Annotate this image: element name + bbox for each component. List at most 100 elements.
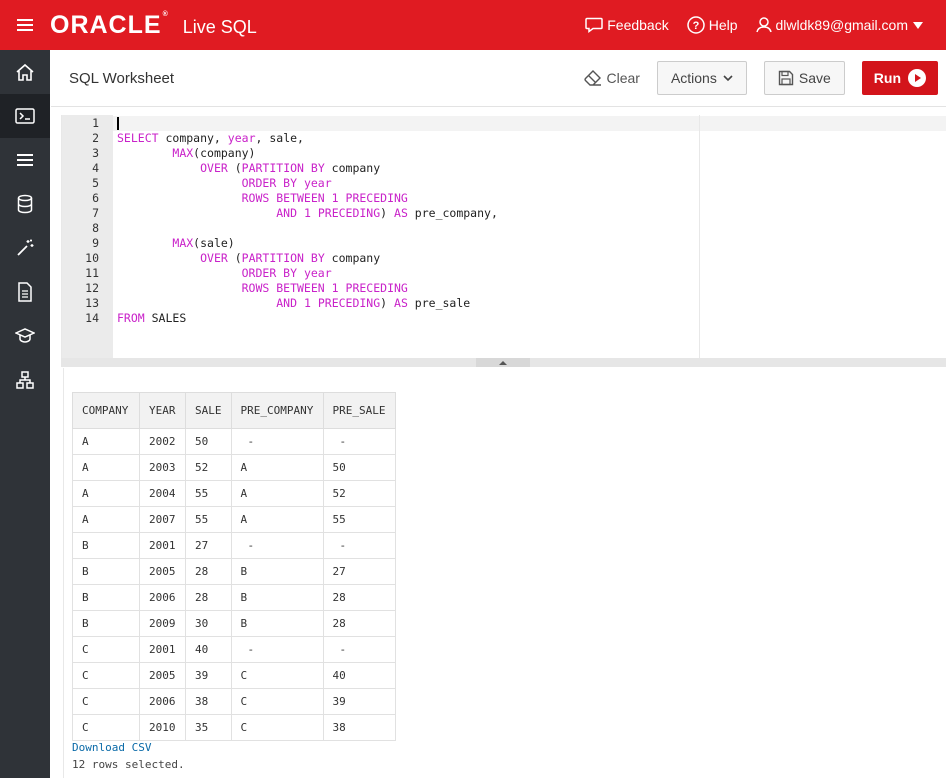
table-cell: -	[322, 636, 396, 663]
table-cell: 30	[185, 610, 232, 637]
row-count: 12 rows selected.	[72, 758, 185, 771]
product-name: Live SQL	[182, 16, 257, 37]
table-cell: 52	[185, 454, 232, 481]
results-pane: COMPANY YEAR SALE PRE_COMPANY PRE_SALE A…	[63, 368, 946, 778]
table-cell: A	[72, 428, 140, 455]
table-cell: -	[322, 532, 396, 559]
code-line: 3 MAX(company)	[92, 146, 256, 160]
nav-home[interactable]	[0, 50, 50, 94]
play-icon	[908, 69, 926, 87]
table-cell: 39	[185, 662, 232, 689]
nav-schema[interactable]	[0, 358, 50, 402]
database-icon	[17, 194, 33, 214]
code-line: 13 AND 1 PRECEDING) AS pre_sale	[85, 296, 471, 310]
splitter-grip[interactable]	[476, 358, 530, 367]
table-cell: -	[230, 532, 324, 559]
run-button[interactable]: Run	[861, 61, 938, 95]
table-row: C 2001 40- -	[72, 636, 396, 663]
table-cell: 52	[322, 480, 396, 507]
help-label: Help	[708, 17, 738, 33]
nav-list[interactable]	[0, 138, 50, 182]
document-icon	[18, 282, 32, 302]
code-line: 14 FROM SALES	[85, 311, 187, 325]
table-cell: -	[230, 636, 324, 663]
table-row: A 2003 52 A 50	[72, 454, 396, 481]
column-header: SALE	[185, 392, 232, 429]
table-cell: 2006	[139, 584, 186, 611]
table-cell: 28	[322, 610, 396, 637]
side-nav	[0, 50, 50, 778]
table-cell: C	[72, 662, 140, 689]
table-cell: B	[72, 610, 140, 637]
column-header: COMPANY	[72, 392, 140, 429]
table-cell: A	[230, 480, 324, 507]
caret-up-icon	[499, 360, 507, 365]
svg-text:?: ?	[692, 20, 699, 32]
table-cell: 35	[185, 714, 232, 741]
table-cell: C	[230, 688, 324, 715]
clear-button[interactable]: Clear	[584, 70, 640, 86]
table-row: B 2009 30 B 28	[72, 610, 396, 637]
schema-icon	[16, 371, 34, 389]
table-row: C 2005 39 C 40	[72, 662, 396, 689]
table-cell: 40	[185, 636, 232, 663]
table-cell: 2005	[139, 662, 186, 689]
table-cell: 55	[185, 480, 232, 507]
help-icon: ?	[686, 16, 705, 34]
pane-splitter[interactable]	[61, 358, 946, 367]
table-cell: -	[230, 428, 324, 455]
table-cell: B	[230, 558, 324, 585]
nav-tutorials[interactable]	[0, 314, 50, 358]
code-line: 1	[92, 116, 99, 130]
table-cell: 2010	[139, 714, 186, 741]
brand[interactable]: ORACLE® Live SQL	[50, 11, 257, 40]
menu-icon[interactable]	[0, 0, 50, 50]
help-link[interactable]: ? Help	[686, 16, 738, 34]
code-line: 5 ORDER BY year	[92, 176, 332, 190]
code-line: 4 OVER (PARTITION BY company	[92, 161, 381, 175]
worksheet-icon	[15, 108, 35, 124]
code-line: 9 MAX(sale)	[92, 236, 235, 250]
column-header: PRE_COMPANY	[230, 392, 324, 429]
table-cell: 2009	[139, 610, 186, 637]
table-cell: 28	[185, 584, 232, 611]
table-cell: 50	[185, 428, 232, 455]
column-header: PRE_SALE	[322, 392, 396, 429]
feedback-link[interactable]: Feedback	[585, 17, 669, 33]
eraser-icon	[584, 70, 602, 86]
speech-bubble-icon	[585, 17, 603, 33]
table-cell: A	[72, 454, 140, 481]
user-menu[interactable]: dlwldk89@gmail.com	[755, 17, 928, 33]
caret-down-icon	[913, 22, 923, 29]
table-row: B 2001 27- -	[72, 532, 396, 559]
page-title: SQL Worksheet	[69, 69, 175, 87]
nav-quick-sql[interactable]	[0, 226, 50, 270]
table-cell: 55	[322, 506, 396, 533]
nav-scripts[interactable]	[0, 270, 50, 314]
text-cursor	[117, 117, 119, 130]
table-cell: 2003	[139, 454, 186, 481]
table-cell: 27	[185, 532, 232, 559]
table-cell: 2007	[139, 506, 186, 533]
table-cell: 2004	[139, 480, 186, 507]
table-cell: A	[72, 506, 140, 533]
nav-sql-worksheet[interactable]	[0, 94, 50, 138]
table-row: C 2010 35 C 38	[72, 714, 396, 741]
table-cell: 39	[322, 688, 396, 715]
download-csv-link[interactable]: Download CSV	[72, 741, 151, 754]
table-cell: 27	[322, 558, 396, 585]
table-cell: 2002	[139, 428, 186, 455]
column-header: YEAR	[139, 392, 186, 429]
sql-editor[interactable]: 1 2 SELECT company, year, sale, 3 MAX(com…	[61, 115, 946, 358]
user-email: dlwldk89@gmail.com	[775, 17, 908, 33]
save-button[interactable]: Save	[763, 61, 845, 95]
table-cell: C	[72, 636, 140, 663]
actions-button[interactable]: Actions	[656, 61, 747, 95]
table-cell: -	[322, 428, 396, 455]
table-header-row: COMPANY YEAR SALE PRE_COMPANY PRE_SALE	[72, 392, 396, 429]
feedback-label: Feedback	[607, 17, 669, 33]
table-cell: B	[72, 532, 140, 559]
home-icon	[16, 63, 34, 81]
table-cell: B	[230, 584, 324, 611]
nav-database[interactable]	[0, 182, 50, 226]
